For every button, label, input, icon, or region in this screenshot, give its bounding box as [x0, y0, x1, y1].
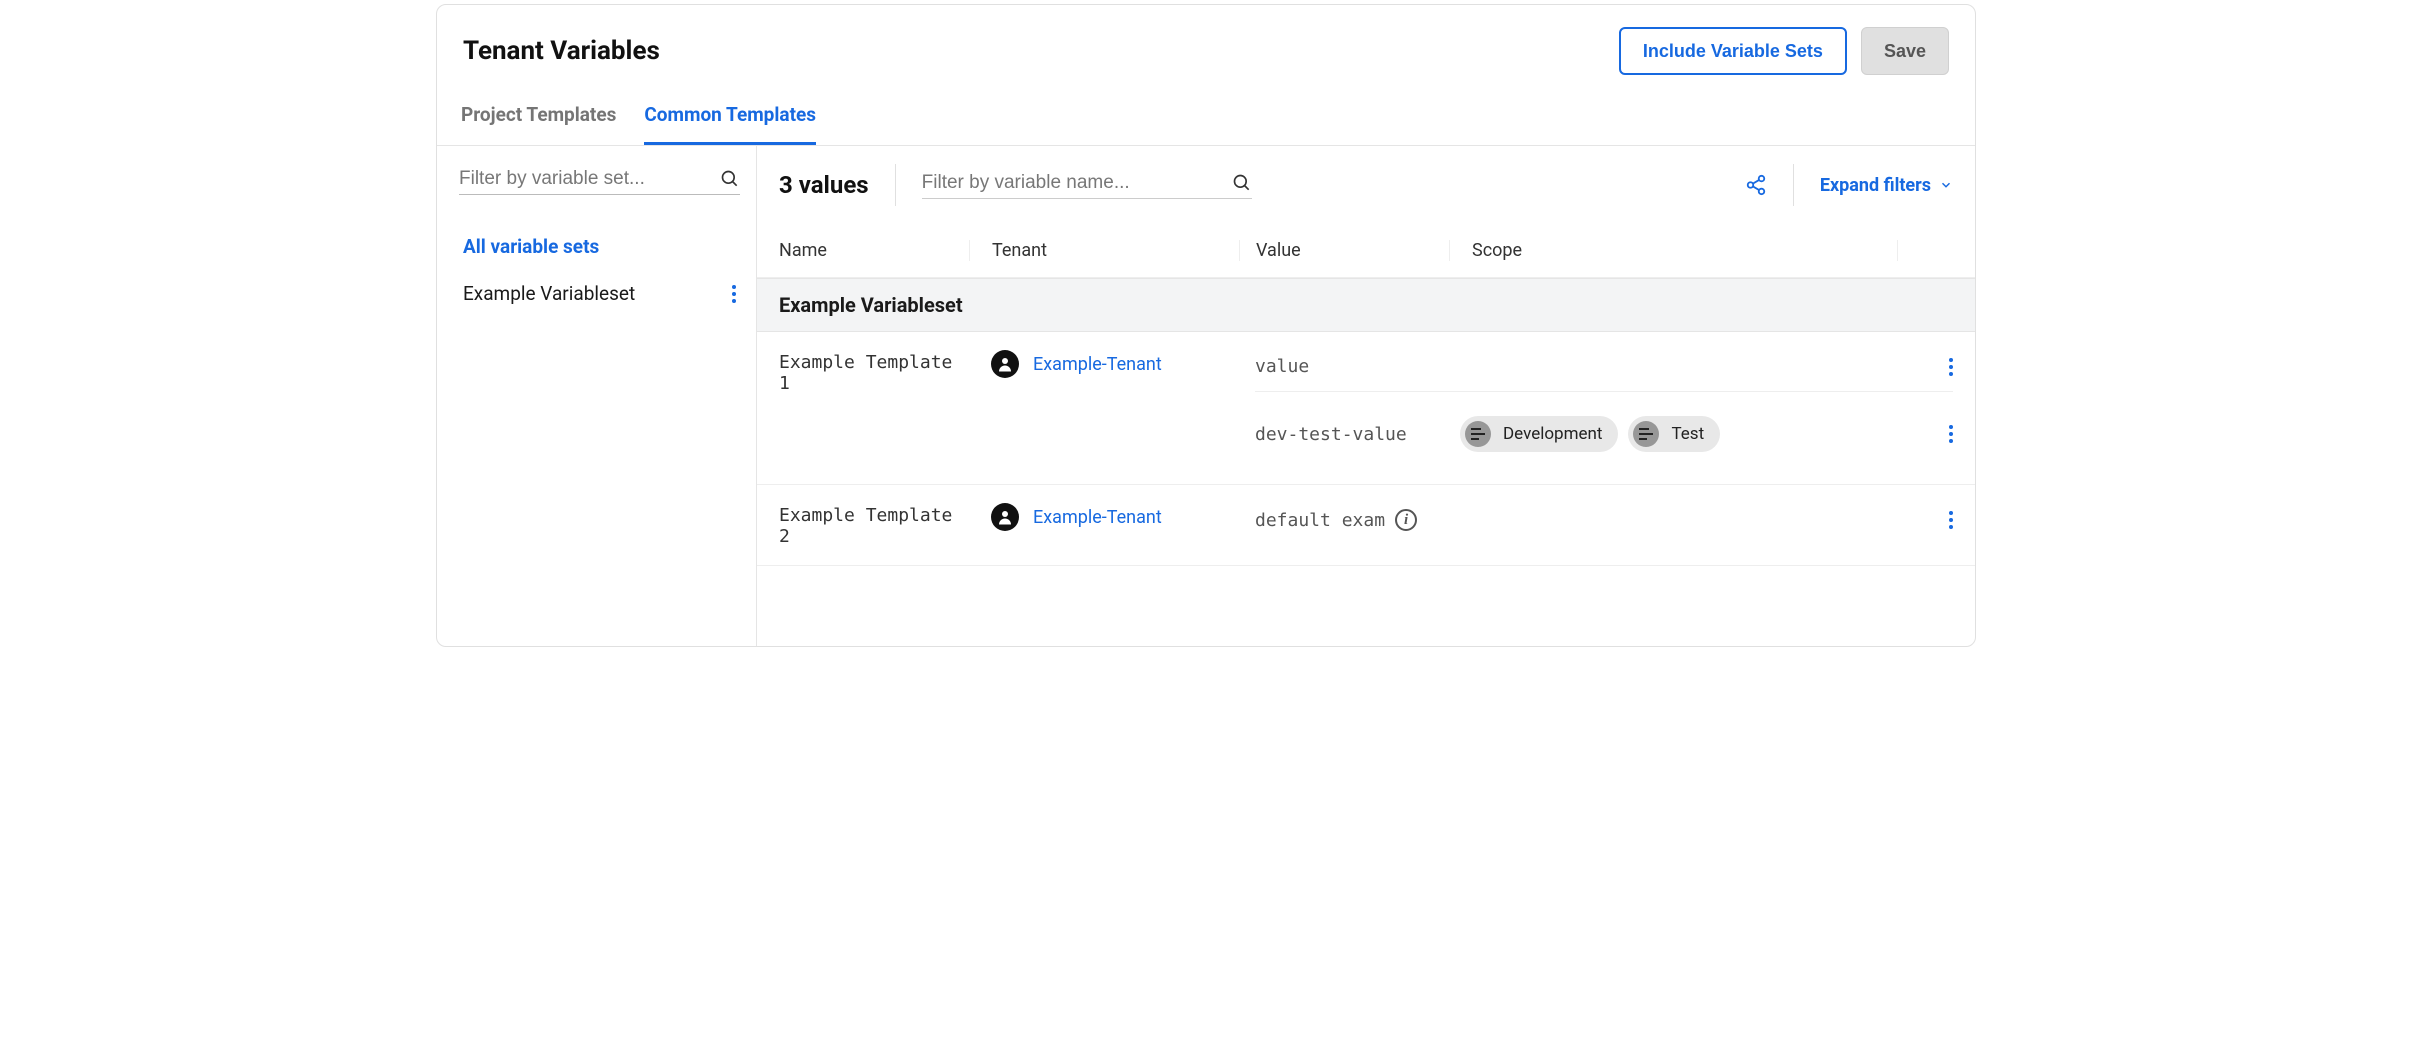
- save-button[interactable]: Save: [1861, 27, 1949, 75]
- value-line: value: [1255, 350, 1953, 391]
- tab-project-templates[interactable]: Project Templates: [461, 103, 616, 145]
- cell-tenant: Example-Tenant: [969, 350, 1239, 378]
- group-header: Example Variableset: [757, 278, 1975, 332]
- cell-name: Example Template 2: [779, 503, 969, 547]
- col-header-tenant: Tenant: [969, 240, 1239, 261]
- share-icon[interactable]: [1745, 174, 1767, 196]
- filter-variable-name-wrap: [922, 172, 1252, 199]
- page-container: Tenant Variables Include Variable Sets S…: [436, 4, 1976, 647]
- divider: [895, 164, 896, 206]
- page-header: Tenant Variables Include Variable Sets S…: [437, 5, 1975, 75]
- value-text: dev-test-value: [1255, 424, 1460, 445]
- value-line: dev-test-value Development Test: [1255, 391, 1953, 466]
- col-header-value: Value: [1239, 240, 1449, 261]
- value-line: default exam i: [1255, 503, 1953, 545]
- value-text: value: [1255, 356, 1460, 377]
- sidebar-item-all-variable-sets[interactable]: All variable sets: [459, 223, 740, 270]
- cell-tenant: Example-Tenant: [969, 503, 1239, 531]
- expand-filters-label: Expand filters: [1820, 175, 1931, 196]
- sidebar: All variable sets Example Variableset: [437, 146, 757, 646]
- tab-common-templates[interactable]: Common Templates: [644, 103, 816, 145]
- sidebar-item-label: Example Variableset: [463, 282, 732, 305]
- sidebar-item-example-variableset[interactable]: Example Variableset: [459, 270, 740, 317]
- value-text: default exam i: [1255, 509, 1460, 531]
- kebab-menu-icon[interactable]: [1949, 425, 1953, 443]
- tenant-link[interactable]: Example-Tenant: [1033, 507, 1162, 528]
- col-header-action: [1897, 240, 1953, 261]
- kebab-menu-icon[interactable]: [1949, 511, 1953, 529]
- page-title: Tenant Variables: [463, 36, 660, 66]
- tenant-link[interactable]: Example-Tenant: [1033, 354, 1162, 375]
- scope-cell: Development Test: [1460, 416, 1913, 452]
- expand-filters-button[interactable]: Expand filters: [1820, 175, 1953, 196]
- cell-values: default exam i: [1239, 503, 1953, 545]
- table-row: Example Template 2 Example-Tenant defaul…: [757, 485, 1975, 566]
- filter-variable-set-wrap: [459, 168, 740, 195]
- include-variable-sets-button[interactable]: Include Variable Sets: [1619, 27, 1847, 75]
- server-icon: [1465, 421, 1491, 447]
- kebab-menu-icon[interactable]: [1949, 358, 1953, 376]
- header-actions: Include Variable Sets Save: [1619, 27, 1949, 75]
- info-icon[interactable]: i: [1395, 509, 1417, 531]
- scope-chip[interactable]: Test: [1628, 416, 1720, 452]
- toolbar: 3 values Expand filters: [757, 146, 1975, 224]
- server-icon: [1633, 421, 1659, 447]
- cell-values: value dev-test-value Development: [1239, 350, 1953, 466]
- scope-chip-label: Test: [1671, 424, 1704, 444]
- scope-chip[interactable]: Development: [1460, 416, 1618, 452]
- col-header-scope: Scope: [1449, 240, 1897, 261]
- table-header: Name Tenant Value Scope: [757, 224, 1975, 278]
- chevron-down-icon: [1939, 178, 1953, 192]
- filter-variable-name-input[interactable]: [922, 172, 1232, 194]
- values-count: 3 values: [779, 171, 869, 199]
- table-row: Example Template 1 Example-Tenant value: [757, 332, 1975, 485]
- col-header-name: Name: [779, 240, 969, 261]
- kebab-menu-icon[interactable]: [732, 285, 736, 303]
- content-body: All variable sets Example Variableset 3 …: [437, 146, 1975, 646]
- search-icon: [720, 169, 740, 189]
- tabs: Project Templates Common Templates: [437, 75, 1975, 146]
- main-panel: 3 values Expand filters Name Tenant Valu…: [757, 146, 1975, 646]
- search-icon: [1232, 173, 1252, 193]
- filter-variable-set-input[interactable]: [459, 168, 720, 190]
- avatar-icon: [991, 503, 1019, 531]
- cell-name: Example Template 1: [779, 350, 969, 394]
- divider: [1793, 164, 1794, 206]
- scope-chip-label: Development: [1503, 424, 1602, 444]
- sidebar-item-label: All variable sets: [463, 235, 736, 258]
- avatar-icon: [991, 350, 1019, 378]
